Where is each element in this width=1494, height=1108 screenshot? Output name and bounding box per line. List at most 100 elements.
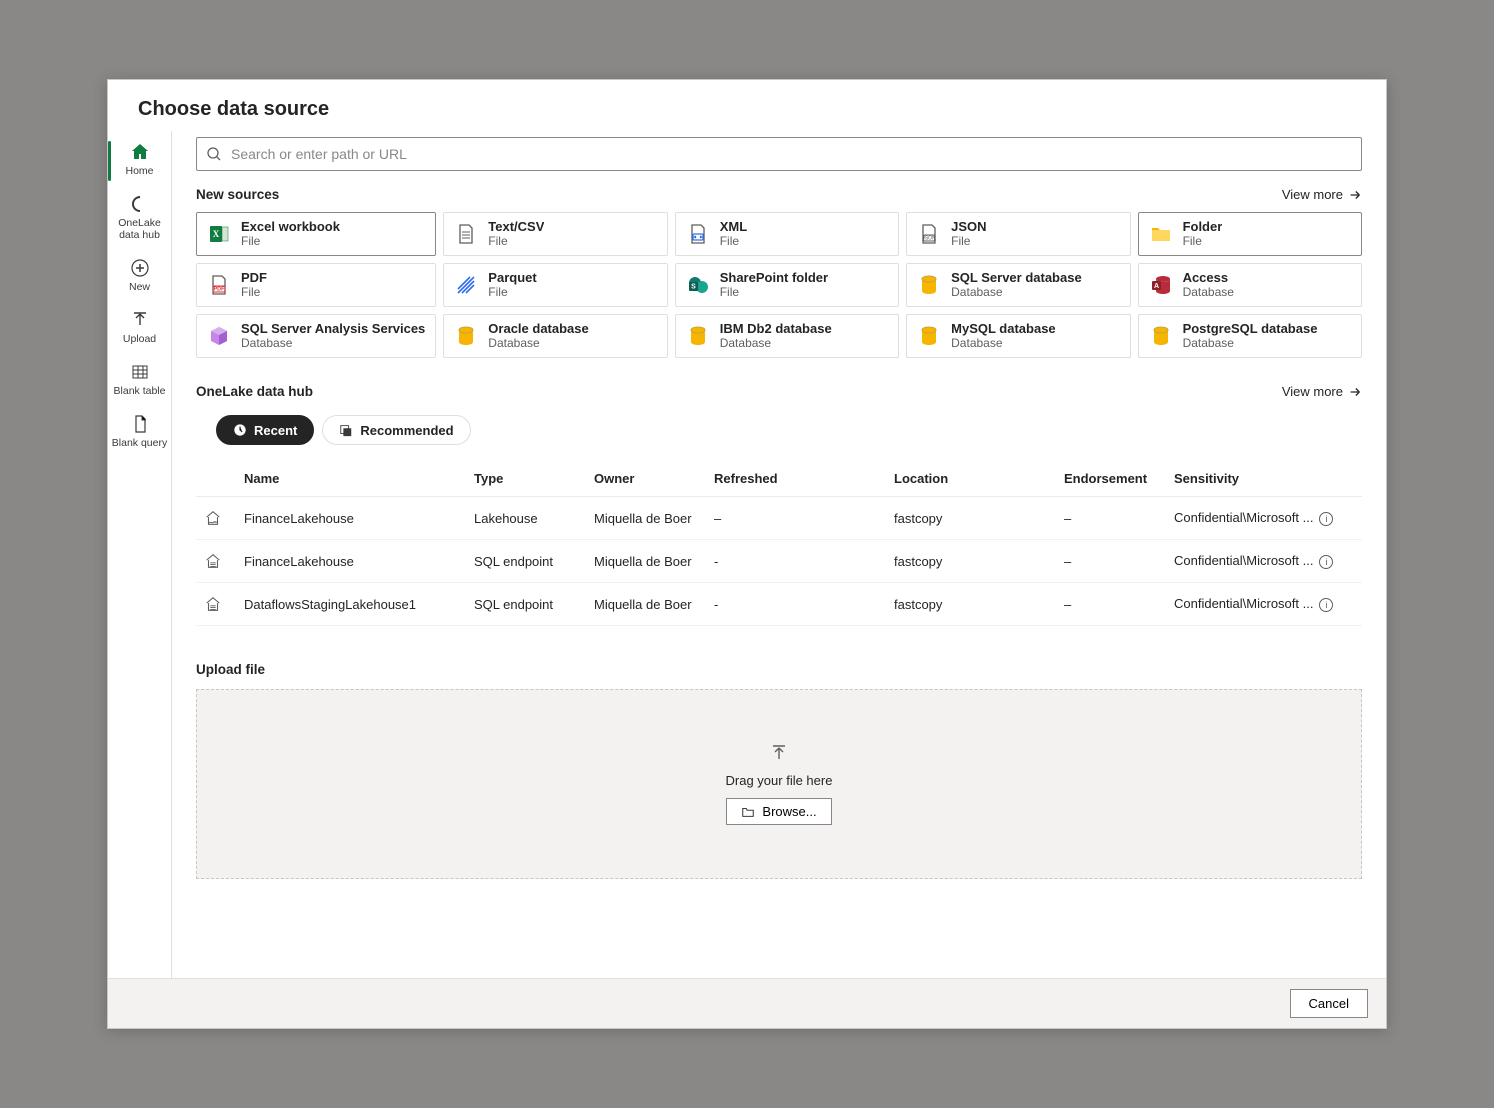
pill-recent[interactable]: Recent	[216, 415, 314, 445]
cell-owner: Miquella de Boer	[586, 497, 706, 540]
browse-button[interactable]: Browse...	[726, 798, 831, 825]
db-yellow-icon	[1149, 324, 1173, 348]
source-subtitle: Database	[1183, 336, 1318, 351]
upload-arrow-icon	[129, 309, 151, 331]
source-card[interactable]: SQL Server databaseDatabase	[906, 263, 1130, 307]
excel-icon: X	[207, 222, 231, 246]
cell-endorsement: –	[1056, 540, 1166, 583]
source-card[interactable]: MySQL databaseDatabase	[906, 314, 1130, 358]
source-card[interactable]: PDFPDFFile	[196, 263, 436, 307]
source-card[interactable]: SQL Server Analysis ServicesDatabase	[196, 314, 436, 358]
source-card[interactable]: AAccessDatabase	[1138, 263, 1362, 307]
cell-refreshed: -	[706, 540, 886, 583]
row-type-icon	[196, 540, 236, 583]
clock-icon	[233, 423, 247, 437]
sharepoint-icon: S	[686, 273, 710, 297]
sidebar-item-label: Upload	[123, 333, 156, 345]
info-icon[interactable]: i	[1319, 598, 1333, 612]
sidebar-item-upload[interactable]: Upload	[108, 303, 171, 355]
col-endorsement[interactable]: Endorsement	[1056, 461, 1166, 497]
upload-section: Upload file Drag your file here Browse..…	[196, 662, 1362, 879]
source-title: JSON	[951, 219, 986, 234]
col-location[interactable]: Location	[886, 461, 1056, 497]
source-title: PostgreSQL database	[1183, 321, 1318, 336]
row-type-icon	[196, 497, 236, 540]
cube-purple-icon	[207, 324, 231, 348]
col-sensitivity[interactable]: Sensitivity	[1166, 461, 1362, 497]
table-row[interactable]: FinanceLakehouseSQL endpointMiquella de …	[196, 540, 1362, 583]
dialog-footer: Cancel	[108, 978, 1386, 1028]
source-card[interactable]: XMLFile	[675, 212, 899, 256]
table-row[interactable]: DataflowsStagingLakehouse1SQL endpointMi…	[196, 583, 1362, 626]
cell-sensitivity: Confidential\Microsoft ...i	[1166, 497, 1362, 540]
sidebar-item-home[interactable]: Home	[108, 135, 171, 187]
source-subtitle: File	[241, 234, 340, 249]
cell-location: fastcopy	[886, 497, 1056, 540]
svg-text:JSON: JSON	[922, 236, 936, 242]
source-card[interactable]: SSharePoint folderFile	[675, 263, 899, 307]
sidebar-item-new[interactable]: New	[108, 251, 171, 303]
db-yellow-icon	[917, 273, 941, 297]
source-title: Parquet	[488, 270, 536, 285]
cell-endorsement: –	[1056, 497, 1166, 540]
hub-view-more[interactable]: View more	[1282, 384, 1362, 399]
col-type[interactable]: Type	[466, 461, 586, 497]
cancel-button[interactable]: Cancel	[1290, 989, 1368, 1018]
access-icon: A	[1149, 273, 1173, 297]
col-name[interactable]: Name	[236, 461, 466, 497]
cell-refreshed: -	[706, 583, 886, 626]
cell-owner: Miquella de Boer	[586, 583, 706, 626]
source-subtitle: Database	[720, 336, 832, 351]
new-sources-view-more[interactable]: View more	[1282, 187, 1362, 202]
row-type-icon	[196, 583, 236, 626]
dialog-body: Home OneLake data hub New Upload	[108, 131, 1386, 978]
info-icon[interactable]: i	[1319, 512, 1333, 526]
source-card[interactable]: XExcel workbookFile	[196, 212, 436, 256]
source-card[interactable]: FolderFile	[1138, 212, 1362, 256]
hub-table: Name Type Owner Refreshed Location Endor…	[196, 461, 1362, 626]
source-card[interactable]: IBM Db2 databaseDatabase	[675, 314, 899, 358]
svg-text:S: S	[691, 284, 696, 291]
main-panel: New sources View more XExcel workbookFil…	[172, 131, 1386, 978]
source-card[interactable]: Text/CSVFile	[443, 212, 667, 256]
info-icon[interactable]: i	[1319, 555, 1333, 569]
cell-sensitivity: Confidential\Microsoft ...i	[1166, 540, 1362, 583]
new-sources-grid: XExcel workbookFileText/CSVFileXMLFileJS…	[196, 212, 1362, 358]
source-card[interactable]: Oracle databaseDatabase	[443, 314, 667, 358]
pill-recommended[interactable]: Recommended	[322, 415, 470, 445]
source-subtitle: Database	[488, 336, 588, 351]
source-card[interactable]: PostgreSQL databaseDatabase	[1138, 314, 1362, 358]
db-yellow-icon	[454, 324, 478, 348]
upload-dropzone[interactable]: Drag your file here Browse...	[196, 689, 1362, 879]
col-owner[interactable]: Owner	[586, 461, 706, 497]
document-icon	[129, 413, 151, 435]
source-title: XML	[720, 219, 747, 234]
table-header-row: Name Type Owner Refreshed Location Endor…	[196, 461, 1362, 497]
source-card[interactable]: ParquetFile	[443, 263, 667, 307]
cell-name: FinanceLakehouse	[236, 540, 466, 583]
search-icon	[206, 146, 222, 162]
cell-type: SQL endpoint	[466, 540, 586, 583]
source-subtitle: Database	[241, 336, 425, 351]
svg-text:PDF: PDF	[214, 287, 226, 293]
source-title: SharePoint folder	[720, 270, 828, 285]
sidebar-item-blank-query[interactable]: Blank query	[108, 407, 171, 459]
sidebar: Home OneLake data hub New Upload	[108, 131, 172, 978]
source-title: Oracle database	[488, 321, 588, 336]
hub-header: OneLake data hub View more	[196, 384, 1362, 399]
json-icon: JSON	[917, 222, 941, 246]
source-subtitle: File	[488, 234, 544, 249]
folder-icon	[1149, 222, 1173, 246]
source-card[interactable]: JSONJSONFile	[906, 212, 1130, 256]
sidebar-item-onelake[interactable]: OneLake data hub	[108, 187, 171, 251]
source-title: SQL Server Analysis Services	[241, 321, 425, 336]
home-icon	[129, 141, 151, 163]
search-input[interactable]	[196, 137, 1362, 171]
col-refreshed[interactable]: Refreshed	[706, 461, 886, 497]
sidebar-item-label: Home	[125, 165, 153, 177]
sidebar-item-blank-table[interactable]: Blank table	[108, 355, 171, 407]
table-row[interactable]: FinanceLakehouseLakehouseMiquella de Boe…	[196, 497, 1362, 540]
dropzone-text: Drag your file here	[726, 773, 833, 788]
cell-endorsement: –	[1056, 583, 1166, 626]
cell-owner: Miquella de Boer	[586, 540, 706, 583]
